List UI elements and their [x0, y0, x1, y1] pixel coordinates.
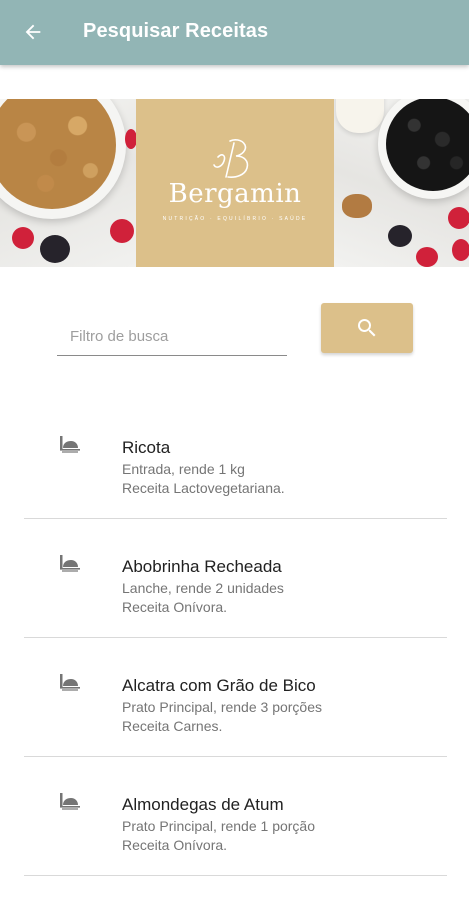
recipe-subtitle: Prato Principal, rende 3 porções [122, 699, 322, 715]
recipe-plate-icon [60, 793, 80, 810]
search-button[interactable] [321, 303, 413, 353]
list-item[interactable]: Abobrinha Recheada Lanche, rende 2 unida… [24, 519, 447, 638]
raspberry [416, 247, 438, 267]
blackberry [388, 225, 412, 247]
logo-name: Bergamin [168, 179, 302, 209]
recipe-plate-icon [60, 555, 80, 572]
recipe-type: Receita Onívora. [122, 837, 228, 853]
recipe-title: Abobrinha Recheada [122, 557, 282, 576]
logo: Bergamin NUTRIÇÃO · EQUILÍBRIO · SAÚDE [136, 99, 334, 267]
recipe-title: Almondegas de Atum [122, 795, 284, 814]
logo-tagline: NUTRIÇÃO · EQUILÍBRIO · SAÚDE [162, 216, 308, 222]
list-item[interactable]: Ricota Entrada, rende 1 kg Receita Lacto… [24, 400, 447, 519]
recipe-type: Receita Carnes. [122, 718, 223, 734]
raspberry [12, 227, 34, 249]
list-item[interactable]: Almondegas de Atum Prato Principal, rend… [24, 757, 447, 876]
recipe-plate-icon [60, 674, 80, 691]
search-input[interactable] [57, 318, 287, 354]
raspberry [452, 239, 469, 261]
blackberry [40, 235, 70, 263]
recipe-type: Receita Onívora. [122, 599, 228, 615]
recipe-subtitle: Lanche, rende 2 unidades [122, 580, 284, 596]
banner-image: Bergamin NUTRIÇÃO · EQUILÍBRIO · SAÚDE [0, 99, 469, 267]
search-field[interactable] [57, 318, 287, 356]
arrow-left-icon [25, 24, 41, 40]
recipe-subtitle: Prato Principal, rende 1 porção [122, 818, 315, 834]
raspberry [448, 207, 469, 229]
app-bar: Pesquisar Receitas [0, 0, 469, 65]
list-item[interactable]: Alcatra com Grão de Bico Prato Principal… [24, 638, 447, 757]
walnut [342, 194, 372, 218]
recipe-subtitle: Entrada, rende 1 kg [122, 461, 245, 477]
page-title: Pesquisar Receitas [83, 20, 269, 42]
logo-monogram-icon [213, 139, 249, 178]
recipe-title: Ricota [122, 438, 171, 457]
recipe-title: Alcatra com Grão de Bico [122, 676, 316, 695]
search-icon [358, 319, 376, 337]
raspberry [110, 219, 134, 243]
recipe-type: Receita Lactovegetariana. [122, 480, 285, 496]
back-button[interactable] [16, 15, 50, 49]
recipe-plate-icon [60, 436, 80, 453]
